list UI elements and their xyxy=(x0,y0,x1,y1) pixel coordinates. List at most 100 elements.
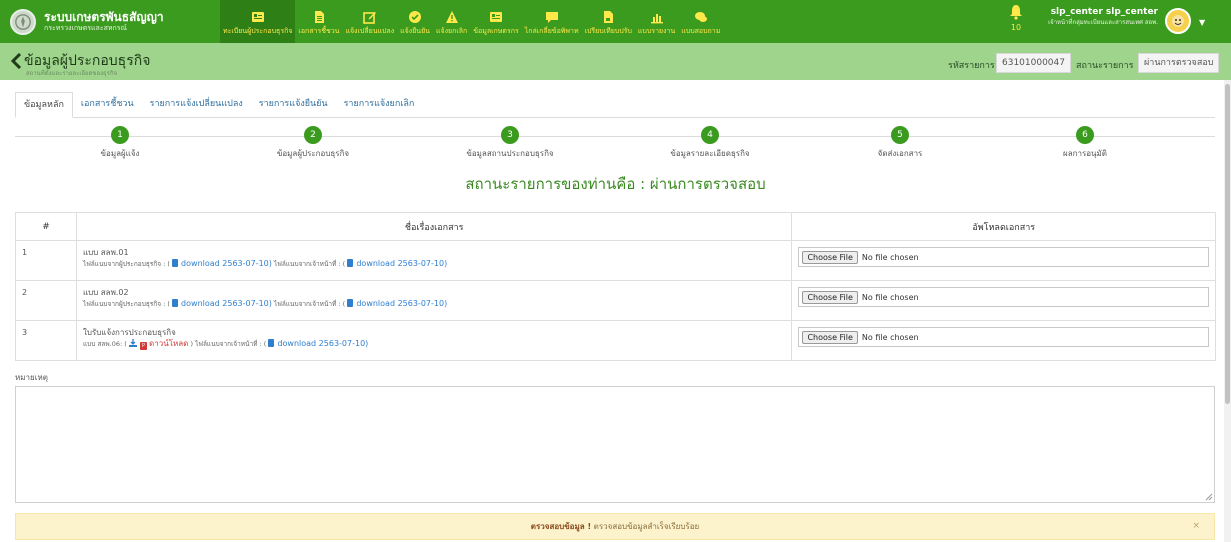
document-files: ไฟล์แนบจากผู้ประกอบธุรกิจ : ( download 2… xyxy=(83,298,786,310)
form-label: แบบ สลพ.06: ( xyxy=(82,340,127,348)
step-4[interactable]: 4 ข้อมูลรายละเอียดธุรกิจ xyxy=(610,126,810,160)
step-2[interactable]: 2 ข้อมูลผู้ประกอบธุรกิจ xyxy=(213,126,413,160)
file-icon xyxy=(268,339,275,347)
tab-main-info[interactable]: ข้อมูลหลัก xyxy=(15,92,73,118)
officer-download-link[interactable]: download 2563-07-10) xyxy=(356,299,447,308)
download-icon[interactable] xyxy=(128,339,137,347)
user-role: เจ้าหน้าที่กลุ่มทะเบียนและสารสนเทศ สอพ. xyxy=(1048,19,1158,26)
step-label: ข้อมูลผู้ประกอบธุรกิจ xyxy=(276,149,350,158)
step-label: ผลการอนุมัติ xyxy=(1063,149,1107,158)
step-5[interactable]: 5 จัดส่งเอกสาร xyxy=(800,126,1000,160)
step-number: 3 xyxy=(501,126,519,144)
form-download-link[interactable]: ดาวน์โหลด xyxy=(149,339,188,348)
no-file-text: No file chosen xyxy=(861,332,919,342)
nav-item-farmers[interactable]: ข้อมูลเกษตรกร xyxy=(470,0,521,43)
remark-textarea[interactable] xyxy=(15,386,1215,503)
choose-file-button[interactable]: Choose File xyxy=(802,290,858,304)
step-label: ข้อมูลผู้แจ้ง xyxy=(100,149,140,158)
tab-bar: ข้อมูลหลัก เอกสารชี้ชวน รายการแจ้งเปลี่ย… xyxy=(15,92,1215,118)
user-menu[interactable]: slp_center slp_center เจ้าหน้าที่กลุ่มทะ… xyxy=(1030,6,1158,28)
file-icon xyxy=(347,299,354,307)
ministry-logo[interactable] xyxy=(10,8,36,35)
close-icon[interactable]: × xyxy=(1192,514,1200,539)
pdf-icon[interactable]: P xyxy=(139,342,147,350)
row-number: 3 xyxy=(15,320,77,361)
nav-item-report[interactable]: แบบรายงาน xyxy=(635,0,678,43)
brand-subtitle: กระทรวงเกษตรและสหกรณ์ xyxy=(44,24,127,32)
upload-cell: Choose File No file chosen xyxy=(791,240,1216,281)
remark-label: หมายเหตุ xyxy=(15,373,48,382)
officer-download-link[interactable]: download 2563-07-10) xyxy=(356,259,447,268)
nav-item-cancel[interactable]: แจ้งยกเลิก xyxy=(433,0,470,43)
document-title: แบบ สลพ.01 xyxy=(82,248,129,257)
nav-item-confirm[interactable]: แจ้งยืนยัน xyxy=(397,0,433,43)
nav-item-change[interactable]: แจ้งเปลี่ยนแปลง xyxy=(342,0,397,43)
scrollbar-thumb[interactable] xyxy=(1225,84,1230,404)
nav-item-label: แจ้งยืนยัน xyxy=(400,27,430,35)
document-cell: ใบรับแจ้งการประกอบธุรกิจ แบบ สลพ.06: ( P… xyxy=(75,320,793,361)
column-header-number: # xyxy=(15,212,77,241)
page-scrollbar[interactable] xyxy=(1224,80,1231,542)
column-header-upload: อัพโหลดเอกสาร xyxy=(791,212,1216,241)
file-input[interactable]: Choose File No file chosen xyxy=(798,247,1209,267)
tab-prospectus[interactable]: เอกสารชี้ชวน xyxy=(73,92,142,117)
status-message: สถานะรายการของท่านคือ : ผ่านการตรวจสอบ xyxy=(465,175,766,193)
page-header: ข้อมูลผู้ประกอบธุรกิจ สถานที่ตั้งและรายล… xyxy=(0,43,1231,80)
nav-item-prospectus[interactable]: เอกสารชี้ชวน xyxy=(295,0,342,43)
caret-down-icon[interactable]: ▼ xyxy=(1199,18,1205,27)
officer-file-label: ไฟล์แนบจากเจ้าหน้าที่ : ( xyxy=(273,260,346,268)
id-card-icon xyxy=(489,10,503,24)
choose-file-button[interactable]: Choose File xyxy=(802,250,858,264)
avatar[interactable] xyxy=(1165,8,1191,34)
tab-cancel-list[interactable]: รายการแจ้งยกเลิก xyxy=(336,92,423,117)
document-cell: แบบ สลพ.01 ไฟล์แนบจากผู้ประกอบธุรกิจ : (… xyxy=(75,240,793,281)
owner-download-link[interactable]: download 2563-07-10) xyxy=(181,299,272,308)
user-avatar-icon xyxy=(1172,15,1184,27)
emblem-icon xyxy=(15,13,31,30)
officer-download-link[interactable]: download 2563-07-10) xyxy=(277,339,368,348)
step-6[interactable]: 6 ผลการอนุมัติ xyxy=(985,126,1185,160)
step-label: จัดส่งเอกสาร xyxy=(877,149,923,158)
chevron-left-icon[interactable] xyxy=(10,53,22,69)
resize-handle-icon[interactable] xyxy=(1205,493,1213,501)
check-circle-icon xyxy=(408,10,422,24)
choose-file-button[interactable]: Choose File xyxy=(802,330,858,344)
file-input[interactable]: Choose File No file chosen xyxy=(798,327,1209,347)
nav-item-registration[interactable]: ทะเบียนผู้ประกอบธุรกิจ xyxy=(220,0,296,43)
table-row: 2 แบบ สลพ.02 ไฟล์แนบจากผู้ประกอบธุรกิจ :… xyxy=(15,280,1216,321)
nav-item-mediation[interactable]: ไกล่เกลี่ยข้อพิพาท xyxy=(522,0,582,43)
nav-item-label: เปรียบเทียบปรับ xyxy=(584,27,632,35)
no-file-text: No file chosen xyxy=(861,292,919,302)
table-row: 3 ใบรับแจ้งการประกอบธุรกิจ แบบ สลพ.06: (… xyxy=(15,320,1216,361)
step-1[interactable]: 1 ข้อมูลผู้แจ้ง xyxy=(20,126,220,160)
nav-item-fine[interactable]: เปรียบเทียบปรับ xyxy=(582,0,635,43)
nav-item-label: ข้อมูลเกษตรกร xyxy=(473,27,519,35)
tab-confirm-list[interactable]: รายการแจ้งยืนยัน xyxy=(251,92,336,117)
owner-file-label: ไฟล์แนบจากผู้ประกอบธุรกิจ : ( xyxy=(82,260,170,268)
nav-item-label: แบบรายงาน xyxy=(637,27,676,35)
document-title: ใบรับแจ้งการประกอบธุรกิจ xyxy=(82,328,176,337)
id-card-icon xyxy=(251,10,265,24)
upload-cell: Choose File No file chosen xyxy=(791,320,1216,361)
step-number: 4 xyxy=(701,126,719,144)
status-value: ผ่านการตรวจสอบ xyxy=(1138,53,1220,73)
nav-item-label: แจ้งเปลี่ยนแปลง xyxy=(345,27,395,35)
chart-icon xyxy=(650,10,664,24)
brand[interactable]: ระบบเกษตรพันธสัญญา กระทรวงเกษตรและสหกรณ์ xyxy=(44,10,204,33)
file-icon xyxy=(601,10,615,24)
document-title: แบบ สลพ.02 xyxy=(82,288,129,297)
form-close-paren: ) xyxy=(190,340,193,348)
nav-item-survey[interactable]: แบบสอบถาม xyxy=(678,0,723,43)
owner-download-link[interactable]: download 2563-07-10) xyxy=(181,259,272,268)
notifications[interactable]: 10 xyxy=(1005,4,1027,32)
column-header-document-name: ชื่อเรื่องเอกสาร xyxy=(75,212,793,241)
step-number: 5 xyxy=(891,126,909,144)
file-input[interactable]: Choose File No file chosen xyxy=(798,287,1209,307)
nav-item-label: ทะเบียนผู้ประกอบธุรกิจ xyxy=(223,27,293,35)
top-navbar: ระบบเกษตรพันธสัญญา กระทรวงเกษตรและสหกรณ์… xyxy=(0,0,1231,43)
bell-icon xyxy=(1010,5,1022,20)
tab-change-list[interactable]: รายการแจ้งเปลี่ยนแปลง xyxy=(142,92,251,117)
step-3[interactable]: 3 ข้อมูลสถานประกอบธุรกิจ xyxy=(410,126,610,160)
row-number: 2 xyxy=(15,280,77,321)
alert-text: ตรวจสอบข้อมูลสำเร็จเรียบร้อย xyxy=(593,522,700,531)
